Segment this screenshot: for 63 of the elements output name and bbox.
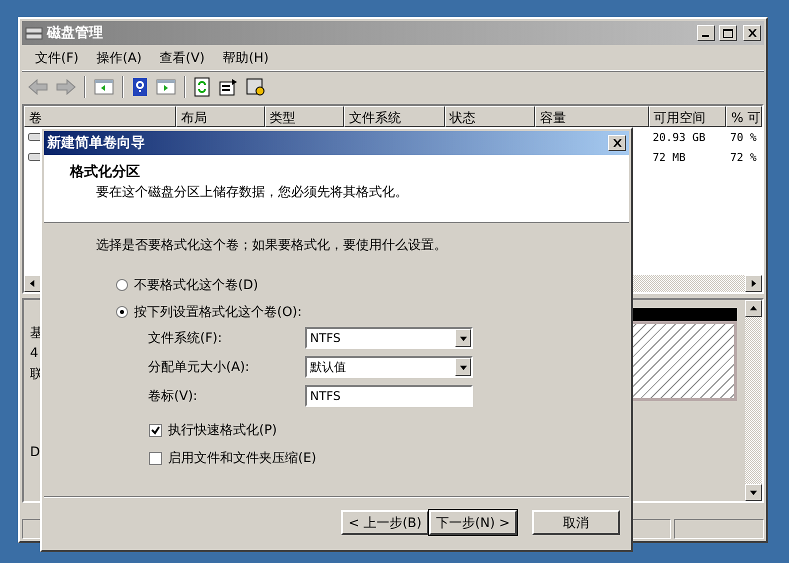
radio-label[interactable]: 按下列设置格式化这个卷(O): bbox=[134, 303, 302, 321]
wizard-button[interactable]: < 上一步(B) bbox=[341, 510, 429, 535]
vertical-scrollbar[interactable] bbox=[745, 300, 762, 501]
minimize-button[interactable] bbox=[697, 25, 715, 41]
close-icon bbox=[748, 29, 756, 37]
maximize-icon bbox=[723, 28, 733, 38]
menu-item[interactable]: 帮助(H) bbox=[214, 46, 278, 68]
menu-item[interactable]: 操作(A) bbox=[88, 46, 151, 68]
table-cell-text: 70 % bbox=[729, 130, 758, 144]
up-arrow-icon bbox=[750, 305, 757, 312]
radio-label[interactable]: 不要格式化这个卷(D) bbox=[134, 276, 258, 294]
radio-button[interactable] bbox=[116, 279, 128, 291]
wizard-button[interactable]: 取消 bbox=[532, 510, 620, 535]
page-description: 要在这个磁盘分区上储存数据，您必须先将其格式化。 bbox=[95, 184, 409, 201]
properties-icon[interactable] bbox=[218, 78, 238, 96]
right-arrow-icon bbox=[750, 280, 757, 287]
pane-icon[interactable] bbox=[94, 78, 114, 94]
checkbox-label[interactable]: 启用文件和文件夹压缩(E) bbox=[168, 449, 316, 467]
column-header[interactable]: 状态 bbox=[444, 106, 536, 127]
instruction-text: 选择是否要格式化这个卷；如果要格式化，要使用什么设置。 bbox=[96, 237, 448, 254]
checkbox-label[interactable]: 执行快速格式化(P) bbox=[168, 421, 277, 439]
column-header[interactable]: 可用空间 bbox=[648, 106, 726, 127]
left-arrow-icon bbox=[29, 280, 36, 287]
column-header[interactable]: % 可 bbox=[726, 106, 762, 127]
column-header[interactable]: 容量 bbox=[535, 106, 649, 127]
column-header[interactable]: 文件系统 bbox=[344, 106, 445, 127]
field-label: 分配单元大小(A): bbox=[148, 359, 250, 376]
field-label: 文件系统(F): bbox=[148, 330, 224, 347]
refresh-icon[interactable] bbox=[194, 76, 210, 96]
menu-item[interactable]: 查看(V) bbox=[150, 46, 214, 68]
window-title: 磁盘管理 bbox=[47, 24, 104, 42]
disk-label: 4 bbox=[30, 346, 38, 361]
dropdown-field[interactable]: NTFS bbox=[305, 327, 473, 349]
disk-drive-icon bbox=[25, 25, 43, 41]
down-arrow-icon bbox=[460, 364, 466, 370]
help-icon[interactable] bbox=[132, 76, 148, 96]
close-button[interactable] bbox=[743, 25, 761, 41]
settings-icon[interactable] bbox=[246, 78, 266, 96]
column-header[interactable]: 卷 bbox=[24, 106, 176, 127]
pane-icon[interactable] bbox=[156, 78, 176, 94]
close-icon bbox=[612, 139, 622, 147]
disk-label: D bbox=[30, 445, 40, 460]
table-cell-text: 72 % bbox=[729, 150, 758, 164]
checkbox[interactable] bbox=[149, 424, 162, 436]
field-label: 卷标(V): bbox=[148, 388, 198, 405]
radio-button[interactable] bbox=[116, 306, 128, 318]
column-header[interactable]: 布局 bbox=[176, 106, 265, 127]
dropdown-field[interactable]: 默认值 bbox=[305, 356, 473, 378]
column-header[interactable]: 类型 bbox=[264, 106, 344, 127]
checkbox[interactable] bbox=[149, 452, 162, 464]
down-arrow-icon bbox=[460, 334, 466, 342]
maximize-button[interactable] bbox=[719, 25, 737, 41]
table-cell-text: 20.93 GB bbox=[652, 130, 707, 144]
close-button[interactable] bbox=[608, 135, 626, 151]
drive-icon bbox=[28, 152, 42, 160]
down-arrow-icon bbox=[750, 489, 757, 496]
drive-icon bbox=[28, 132, 42, 140]
input-field[interactable]: NTFS bbox=[305, 385, 473, 407]
dialog-title: 新建简单卷向导 bbox=[47, 134, 146, 152]
menu-item[interactable]: 文件(F) bbox=[26, 46, 88, 68]
table-cell-text: 72 MB bbox=[652, 150, 687, 164]
page-heading: 格式化分区 bbox=[70, 163, 141, 181]
wizard-button[interactable]: 下一步(N) > bbox=[429, 510, 517, 535]
